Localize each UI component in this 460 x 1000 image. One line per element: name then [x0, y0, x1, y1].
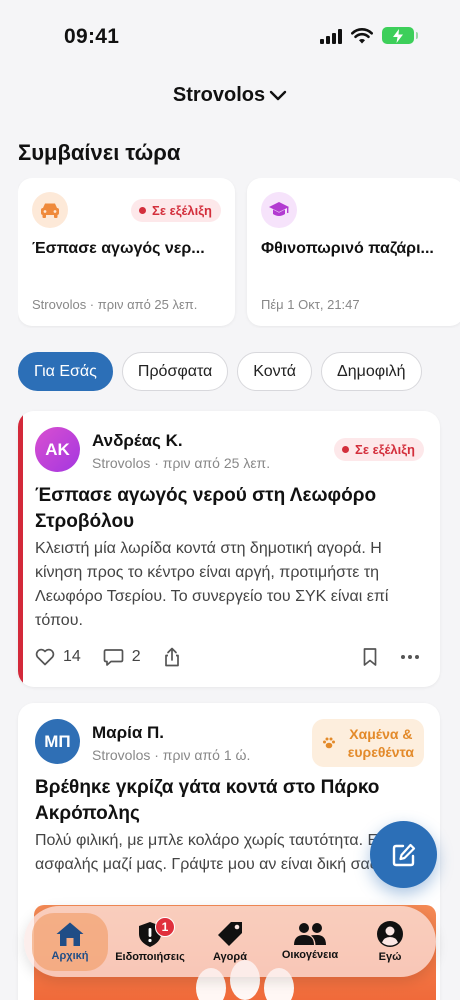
- chevron-down-icon: [269, 90, 287, 100]
- post-author[interactable]: Ανδρέας Κ.: [92, 431, 183, 451]
- tab-marketplace[interactable]: Αγορά: [192, 913, 268, 971]
- tag-icon: [218, 922, 242, 946]
- feed-post[interactable]: ΑΚ Ανδρέας Κ. Strovolos · πριν από 25 λε…: [18, 411, 440, 687]
- filter-chip-popular[interactable]: Δημοφιλή: [321, 352, 422, 391]
- people-icon: [294, 923, 326, 945]
- share-icon: [164, 647, 179, 667]
- happening-card-meta: Πέμ 1 Οκτ, 21:47: [261, 297, 360, 312]
- profile-icon: [377, 921, 403, 947]
- paw-icon: [322, 737, 335, 749]
- avatar[interactable]: ΜΠ: [35, 719, 80, 764]
- car-icon: [32, 192, 68, 228]
- category-badge: Χαμένα & ευρεθέντα: [311, 719, 424, 767]
- comment-button[interactable]: 2: [103, 648, 141, 667]
- heart-icon: [35, 648, 55, 666]
- post-actions: 14 2: [35, 645, 424, 669]
- post-meta: Strovolos · πριν από 1 ώ.: [92, 747, 251, 763]
- happening-card-title: Έσπασε αγωγός νερ...: [32, 240, 205, 257]
- notification-count-badge: 1: [155, 916, 175, 937]
- feed-filter-chips: Για Εσάς Πρόσφατα Κοντά Δημοφιλή: [18, 352, 460, 392]
- location-name: Strovolos: [172, 84, 266, 107]
- post-body: Πολύ φιλική, με μπλε κολάρο χωρίς ταυτότ…: [35, 832, 403, 873]
- compose-post-button[interactable]: [370, 821, 437, 888]
- tab-notifications[interactable]: Ειδοποιήσεις 1: [112, 913, 188, 971]
- status-icons: [320, 27, 418, 44]
- happening-card-meta: Strovolos · πριν από 25 λεπ.: [32, 297, 198, 312]
- cellular-signal-icon: [320, 28, 342, 44]
- share-button[interactable]: [163, 647, 181, 667]
- happening-now-carousel[interactable]: Σε εξέλιξη Έσπασε αγωγός νερ... Strovolo…: [18, 178, 460, 328]
- bookmark-icon: [363, 648, 377, 666]
- bookmark-button[interactable]: [362, 647, 378, 667]
- avatar[interactable]: ΑΚ: [35, 427, 80, 472]
- post-title[interactable]: Έσπασε αγωγός νερού στη Λεωφόρο Στροβόλο…: [35, 483, 424, 535]
- tab-family[interactable]: Οικογένεια: [272, 913, 348, 971]
- more-horizontal-icon: [401, 655, 419, 659]
- status-badge: Σε εξέλιξη: [334, 438, 424, 461]
- location-selector[interactable]: Strovolos: [0, 84, 460, 107]
- happening-card-title: Φθινοπωρινό παζάρι...: [261, 240, 434, 257]
- status-time: 09:41: [64, 25, 120, 48]
- filter-chip-recent[interactable]: Πρόσφατα: [121, 352, 229, 391]
- post-author[interactable]: Μαρία Π.: [92, 723, 164, 743]
- status-badge: Σε εξέλιξη: [131, 199, 221, 222]
- filter-chip-nearby[interactable]: Κοντά: [237, 352, 313, 391]
- wifi-icon: [351, 27, 373, 43]
- like-count: 14: [63, 648, 81, 665]
- post-meta: Strovolos · πριν από 25 λεπ.: [92, 455, 271, 471]
- happening-now-title: Συμβαίνει τώρα: [18, 140, 181, 165]
- filter-chip-for-you[interactable]: Για Εσάς: [18, 352, 113, 391]
- comment-icon: [103, 648, 124, 666]
- bottom-tab-bar: Αρχική Ειδοποιήσεις 1 Αγορά Οικογένεια Ε…: [24, 906, 436, 977]
- comment-count: 2: [131, 648, 141, 665]
- like-button[interactable]: 14: [35, 648, 81, 666]
- happening-card[interactable]: Σε εξέλιξη Έσπασε αγωγός νερ... Strovolo…: [18, 178, 235, 326]
- post-body: Κλειστή μία λωρίδα κοντά στη δημοτική αγ…: [35, 540, 389, 629]
- post-title[interactable]: Βρέθηκε γκρίζα γάτα κοντά στο Πάρκο Ακρό…: [35, 775, 424, 827]
- compose-icon: [392, 843, 415, 866]
- battery-charging-icon: [382, 27, 418, 44]
- happening-card[interactable]: Φθινοπωρινό παζάρι... Πέμ 1 Οκτ, 21:47: [247, 178, 460, 326]
- tab-home[interactable]: Αρχική: [32, 912, 108, 971]
- graduation-cap-icon: [261, 192, 297, 228]
- status-bar: 09:41: [0, 0, 460, 70]
- home-icon: [56, 922, 84, 946]
- tab-profile[interactable]: Εγώ: [352, 913, 428, 971]
- more-options-button[interactable]: [400, 654, 420, 660]
